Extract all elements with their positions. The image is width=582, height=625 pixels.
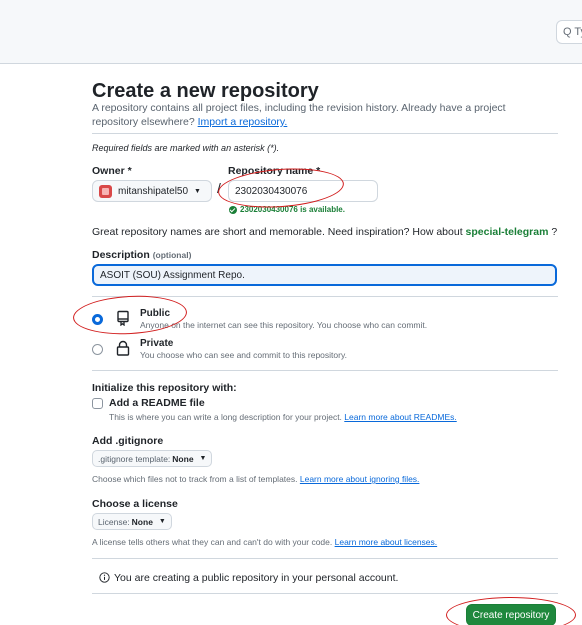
subtitle-text: A repository contains all project files,… [92, 102, 506, 128]
chevron-down-icon: ▼ [194, 187, 201, 195]
license-learn-more-link[interactable]: Learn more about licenses. [335, 537, 438, 547]
public-radio[interactable] [92, 314, 103, 325]
visibility-private-option[interactable]: Private You choose who can see and commi… [92, 338, 347, 360]
gitignore-prefix: .gitignore template: [98, 453, 171, 464]
page-title: Create a new repository [92, 80, 319, 102]
owner-repo-separator: / [217, 180, 221, 196]
search-button[interactable]: Q Ty [556, 20, 582, 44]
description-input[interactable]: ASOIT (SOU) Assignment Repo. [92, 264, 557, 286]
description-label-text: Description [92, 249, 150, 261]
repo-name-label: Repository name * [228, 165, 321, 177]
optional-tag: (optional) [152, 250, 192, 260]
public-title: Public [140, 308, 171, 319]
page-subtitle: A repository contains all project files,… [92, 101, 542, 129]
owner-label: Owner * [92, 165, 132, 177]
hint-text: Great repository names are short and mem… [92, 226, 466, 238]
gitignore-value: None [172, 453, 194, 464]
name-hint: Great repository names are short and mem… [92, 226, 557, 238]
repo-name-input[interactable]: 2302030430076 [228, 180, 378, 202]
hint-suffix: ? [548, 226, 558, 238]
divider [92, 370, 558, 371]
init-title: Initialize this repository with: [92, 382, 237, 394]
readme-learn-more-link[interactable]: Learn more about READMEs. [344, 412, 456, 422]
name-suggestion[interactable]: special-telegram [466, 226, 549, 238]
info-icon [99, 572, 110, 583]
gitignore-learn-more-link[interactable]: Learn more about ignoring files. [300, 474, 420, 484]
public-repo-note: You are creating a public repository in … [114, 572, 399, 584]
divider [92, 593, 558, 594]
private-text: Private You choose who can see and commi… [140, 338, 347, 360]
check-circle-icon [229, 205, 237, 214]
readme-label[interactable]: Add a README file [109, 397, 205, 409]
private-title: Private [140, 338, 174, 349]
availability-status: 2302030430076 is available. [229, 205, 345, 214]
gitignore-description: Choose which files not to track from a l… [92, 474, 419, 484]
license-dropdown[interactable]: License: None ▼ [92, 513, 172, 530]
public-description: Anyone on the internet can see this repo… [140, 320, 428, 330]
create-repository-button[interactable]: Create repository [466, 604, 556, 625]
repo-icon [117, 310, 129, 326]
gitignore-dropdown[interactable]: .gitignore template: None ▼ [92, 450, 213, 467]
chevron-down-icon: ▼ [158, 518, 166, 525]
chevron-down-icon: ▼ [199, 455, 207, 462]
import-repository-link[interactable]: Import a repository. [198, 116, 288, 128]
search-label: Q Ty [563, 26, 582, 38]
description-value: ASOIT (SOU) Assignment Repo. [100, 269, 245, 281]
readme-desc-text: This is where you can write a long descr… [109, 412, 345, 422]
required-note: Required fields are marked with an aster… [92, 143, 280, 153]
top-bar: Q Ty [0, 0, 582, 64]
description-label: Description (optional) [92, 249, 191, 261]
license-desc-text: A license tells others what they can and… [92, 537, 335, 547]
license-description: A license tells others what they can and… [92, 537, 437, 547]
gitignore-title: Add .gitignore [92, 435, 164, 447]
repo-name-value: 2302030430076 [235, 185, 308, 197]
public-text: Public Anyone on the internet can see th… [140, 308, 427, 330]
divider [92, 558, 558, 559]
private-description: You choose who can see and commit to thi… [140, 350, 347, 360]
readme-checkbox[interactable] [92, 398, 103, 409]
divider [92, 133, 558, 134]
availability-text: 2302030430076 is available. [240, 205, 345, 214]
owner-value: mitanshipatel50 [118, 185, 189, 197]
license-prefix: License: [98, 516, 130, 527]
owner-dropdown[interactable]: mitanshipatel50 ▼ [92, 180, 212, 202]
visibility-public-option[interactable]: Public Anyone on the internet can see th… [92, 308, 427, 330]
gitignore-desc-text: Choose which files not to track from a l… [92, 474, 300, 484]
license-title: Choose a license [92, 498, 178, 510]
readme-description: This is where you can write a long descr… [109, 412, 457, 422]
owner-avatar [99, 184, 112, 198]
license-value: None [131, 516, 153, 527]
divider [92, 296, 558, 297]
lock-icon [116, 340, 130, 356]
private-radio[interactable] [92, 344, 103, 355]
